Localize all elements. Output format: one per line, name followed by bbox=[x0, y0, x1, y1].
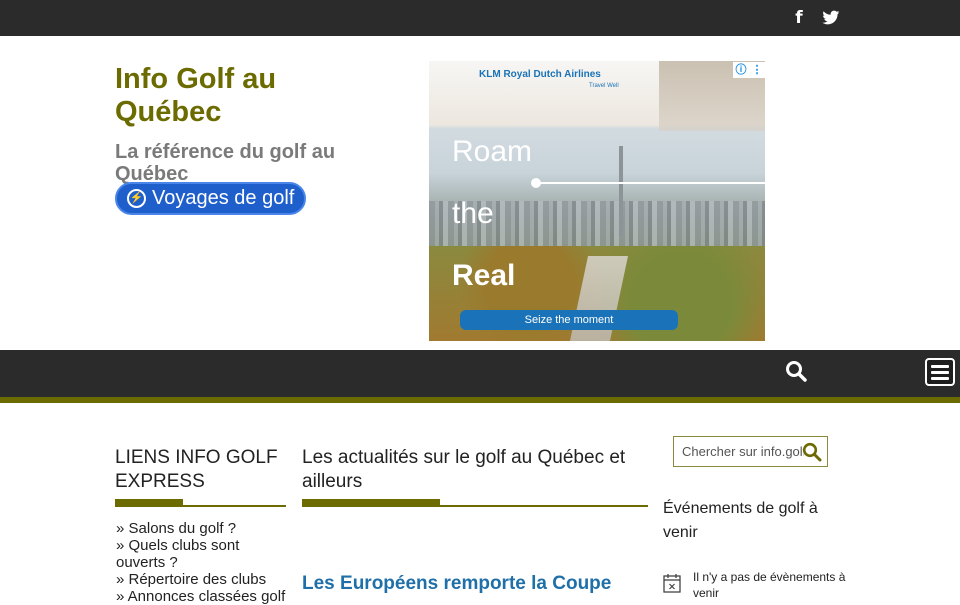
facebook-icon[interactable]: f bbox=[790, 8, 808, 28]
voyages-golf-label: Voyages de golf bbox=[152, 187, 295, 209]
link-clubs-ouverts[interactable]: » Quels clubs sont ouverts ? bbox=[116, 537, 291, 571]
ad-tower bbox=[619, 146, 623, 236]
ad-brand-sub: Travel Well bbox=[589, 83, 619, 89]
calendar-icon bbox=[663, 573, 681, 593]
navbar-accent-stripe bbox=[0, 397, 960, 403]
top-social-bar bbox=[0, 0, 960, 36]
ad-headline-line-2: the bbox=[452, 197, 494, 230]
article-title-link[interactable]: Les Européens remporte la Coupe bbox=[302, 572, 642, 596]
link-repertoire[interactable]: » Répertoire des clubs bbox=[116, 571, 291, 588]
ad-divider-line bbox=[534, 182, 765, 184]
twitter-icon[interactable] bbox=[822, 8, 840, 28]
ad-cta-button[interactable]: Seize the moment bbox=[460, 310, 678, 330]
left-column-title: LIENS INFO GOLF EXPRESS bbox=[115, 447, 278, 492]
news-section-title: Les actualités sur le golf au Québec et … bbox=[302, 447, 626, 492]
ad-headline: Roam the Real bbox=[452, 105, 532, 322]
site-title[interactable]: Info Golf au Québec bbox=[115, 63, 345, 129]
lightning-icon: ⚡ bbox=[127, 189, 146, 208]
news-title-accent bbox=[302, 499, 440, 507]
site-search bbox=[673, 436, 828, 467]
search-icon[interactable] bbox=[785, 360, 807, 382]
link-salons[interactable]: » Salons du golf ? bbox=[116, 520, 291, 537]
hamburger-menu-icon[interactable] bbox=[925, 358, 955, 386]
quick-links-list: » Salons du golf ? » Quels clubs sont ou… bbox=[116, 520, 291, 605]
left-title-accent bbox=[115, 499, 183, 507]
adchoices-close-icon[interactable]: ⋮ bbox=[749, 62, 765, 78]
site-search-input[interactable] bbox=[674, 437, 804, 466]
no-events-message: Il n'y a pas de évènements à venir bbox=[693, 570, 846, 600]
ad-divider-dot bbox=[531, 178, 541, 188]
ad-headline-line-3: Real bbox=[452, 259, 516, 292]
ad-brand-logo: KLM Royal Dutch Airlines bbox=[479, 69, 601, 80]
adchoices-info-icon[interactable]: ⓘ bbox=[733, 62, 749, 78]
voyages-golf-button[interactable]: ⚡ Voyages de golf bbox=[115, 182, 307, 215]
main-navbar bbox=[0, 350, 960, 397]
advertisement-banner[interactable]: KLM Royal Dutch Airlines Travel Well Roa… bbox=[429, 61, 765, 341]
adchoices[interactable]: ⓘ ⋮ bbox=[733, 62, 765, 78]
ad-headline-line-1: Roam bbox=[452, 135, 533, 168]
search-submit-icon[interactable] bbox=[802, 442, 822, 462]
link-annonces[interactable]: » Annonces classées golf bbox=[116, 588, 291, 605]
site-tagline: La référence du golf au Québec bbox=[115, 141, 336, 185]
events-title: Événements de golf à venir bbox=[663, 500, 818, 541]
